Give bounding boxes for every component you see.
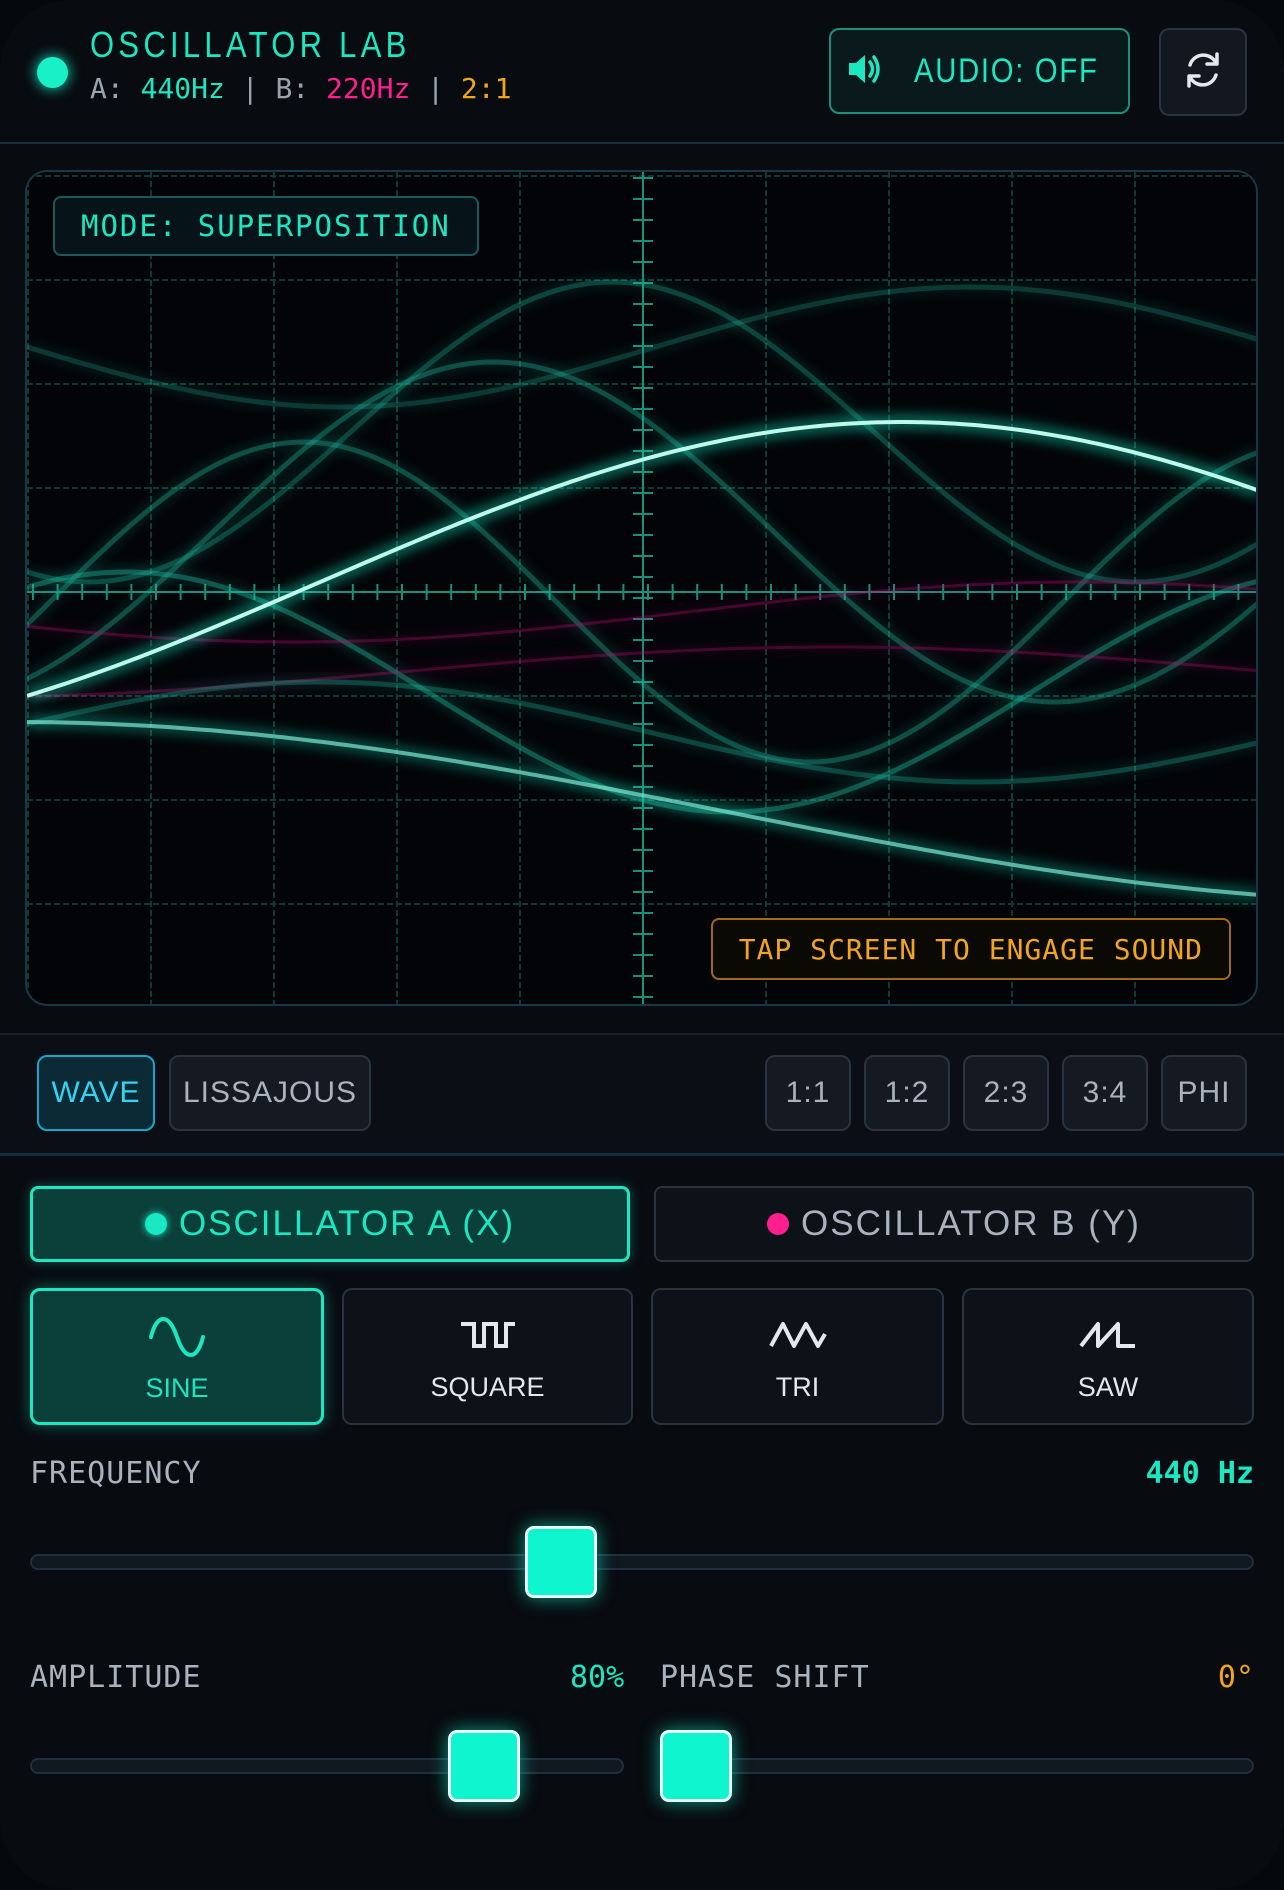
frequency-summary: A: 440Hz | B: 220Hz | 2:1 [90, 72, 511, 105]
oscilloscope-display[interactable]: MODE: SUPERPOSITION TAP SCREEN TO ENGAGE… [25, 170, 1258, 1006]
freq-a-prefix: A: [90, 72, 141, 105]
audio-toggle-button[interactable]: AUDIO: OFF [829, 28, 1130, 114]
square-wave-button[interactable]: SQUARE [342, 1288, 633, 1425]
phase-shift-slider-track[interactable] [660, 1758, 1254, 1774]
frequency-slider-thumb[interactable] [525, 1526, 598, 1598]
app-screen: OSCILLATOR LAB A: 440Hz | B: 220Hz | 2:1… [0, 0, 1284, 1890]
ratio-button-phi[interactable]: PHI [1161, 1055, 1247, 1131]
amplitude-slider-track[interactable] [30, 1758, 624, 1774]
sawtooth-wave-icon [1078, 1314, 1138, 1362]
sine-wave-button[interactable]: SINE [30, 1288, 324, 1425]
triangle-wave-label: TRI [775, 1372, 820, 1402]
sine-wave-label: SINE [145, 1373, 209, 1403]
freq-b-prefix: | B: [224, 72, 327, 105]
freq-a-value: 440Hz [140, 72, 225, 105]
app-title: OSCILLATOR LAB [90, 24, 411, 65]
audio-label: AUDIO: OFF [914, 51, 1099, 90]
frequency-label: FREQUENCY [30, 1456, 202, 1491]
amplitude-label: AMPLITUDE [30, 1660, 202, 1695]
ratio-button-3-4[interactable]: 3:4 [1062, 1055, 1148, 1131]
sawtooth-wave-label: SAW [1077, 1372, 1139, 1402]
ratio-separator: | [410, 72, 461, 105]
ratio-button-1-2[interactable]: 1:2 [864, 1055, 950, 1131]
tab-oscillator-a-label: OSCILLATOR A (X) [178, 1204, 516, 1243]
refresh-icon [1181, 48, 1225, 96]
wave-mode-button[interactable]: WAVE [37, 1055, 155, 1131]
frequency-value: 440 Hz [1145, 1456, 1254, 1491]
amplitude-value: 80% [570, 1660, 625, 1695]
mode-badge: MODE: SUPERPOSITION [53, 196, 479, 256]
phase-shift-value: 0° [1217, 1660, 1254, 1695]
oscilloscope-canvas [27, 172, 1256, 1004]
tab-oscillator-a[interactable]: OSCILLATOR A (X) [30, 1186, 630, 1262]
engage-sound-prompt[interactable]: TAP SCREEN TO ENGAGE SOUND [710, 918, 1231, 980]
frequency-slider-track[interactable] [30, 1554, 1254, 1570]
display-mode-bar: WAVE LISSAJOUS 1:1 1:2 2:3 3:4 PHI [0, 1033, 1284, 1156]
oscillator-a-dot [144, 1213, 167, 1235]
ratio-value: 2:1 [460, 72, 512, 105]
sawtooth-wave-button[interactable]: SAW [962, 1288, 1254, 1425]
oscillator-b-dot [767, 1213, 790, 1235]
lissajous-mode-button[interactable]: LISSAJOUS [169, 1055, 371, 1131]
triangle-wave-icon [768, 1314, 828, 1362]
status-indicator [37, 57, 68, 88]
square-wave-label: SQUARE [430, 1372, 545, 1402]
tab-oscillator-b-label: OSCILLATOR B (Y) [801, 1204, 1141, 1243]
phase-shift-label: PHASE SHIFT [660, 1660, 870, 1695]
triangle-wave-button[interactable]: TRI [651, 1288, 944, 1425]
phase-shift-slider-thumb[interactable] [660, 1730, 732, 1802]
ratio-button-2-3[interactable]: 2:3 [963, 1055, 1049, 1131]
amplitude-slider-thumb[interactable] [447, 1730, 520, 1802]
speaker-icon [845, 49, 885, 93]
header: OSCILLATOR LAB A: 440Hz | B: 220Hz | 2:1… [0, 0, 1284, 144]
ratio-button-1-1[interactable]: 1:1 [765, 1055, 851, 1131]
freq-b-value: 220Hz [326, 72, 411, 105]
tab-oscillator-b[interactable]: OSCILLATOR B (Y) [654, 1186, 1254, 1262]
sine-wave-icon [147, 1315, 207, 1363]
square-wave-icon [458, 1314, 518, 1362]
reset-button[interactable] [1159, 28, 1247, 116]
